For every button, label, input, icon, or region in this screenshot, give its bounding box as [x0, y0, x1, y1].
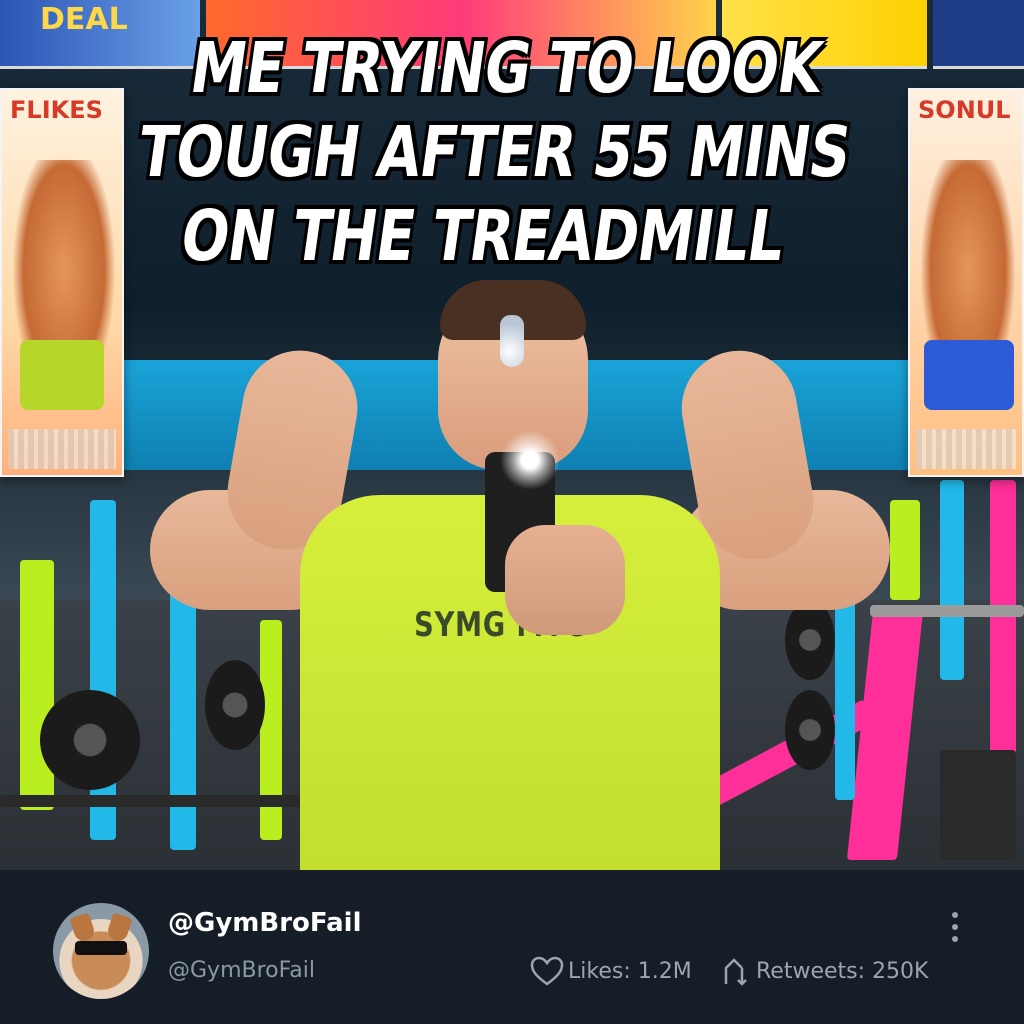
likes-button[interactable]: Likes: 1.2M	[530, 956, 692, 986]
sweat-drop-icon	[500, 315, 524, 367]
caption-line: ME TRYING TO LOOK	[185, 27, 827, 109]
heart-icon	[530, 956, 564, 986]
vertical-ellipsis-icon[interactable]	[945, 910, 965, 944]
avatar[interactable]	[53, 903, 149, 999]
caption-line: ON THE TREADMILL	[176, 195, 789, 277]
caption-line: TOUGH AFTER 55 MINS	[133, 111, 856, 193]
likes-count: Likes: 1.2M	[568, 958, 692, 984]
display-name[interactable]: @GymBroFail	[168, 908, 362, 938]
sunglasses	[75, 941, 127, 955]
dog-ear	[105, 912, 133, 944]
retweets-button[interactable]: Retweets: 250K	[722, 956, 928, 986]
retweets-count: Retweets: 250K	[756, 958, 929, 984]
dog-ear	[69, 912, 97, 944]
user-handle[interactable]: @GymBroFail	[168, 958, 315, 983]
retweet-icon	[722, 956, 748, 986]
meme-caption: ME TRYING TO LOOK TOUGH AFTER 55 MINS ON…	[67, 26, 922, 278]
hand	[505, 525, 625, 635]
camera-flash	[500, 430, 560, 490]
meme-photo[interactable]: DEAL FLIKES SONUL SYMG MYG ME TRYING TO …	[0, 0, 1024, 870]
post-footer: @GymBroFail @GymBroFail Likes: 1.2M Retw…	[0, 870, 1024, 1024]
